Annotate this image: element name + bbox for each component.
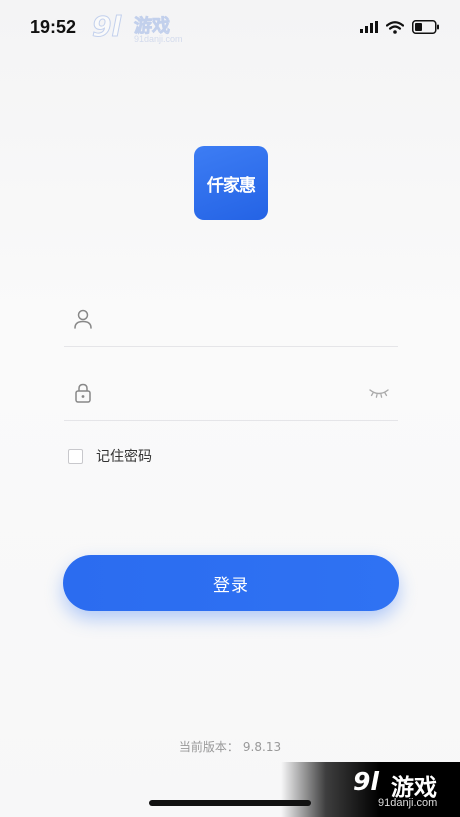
- watermark-corner-logo: 9l: [353, 767, 379, 796]
- login-button[interactable]: 登录: [63, 555, 399, 611]
- username-field: [64, 296, 398, 347]
- password-field: [64, 370, 398, 421]
- home-indicator[interactable]: [149, 800, 311, 806]
- status-icons: [360, 18, 440, 36]
- app-logo-text: 仟家惠: [207, 175, 256, 196]
- login-screen: 19:52 9l 游戏 91danji.com 仟家惠 记住密码 登录 当前版本…: [0, 0, 460, 817]
- version-label: 当前版本：: [178, 740, 239, 754]
- lock-icon: [75, 383, 91, 403]
- username-input[interactable]: [108, 306, 352, 336]
- version-info: 当前版本： 9.8.13: [0, 738, 460, 755]
- wifi-icon: [386, 20, 404, 34]
- watermark-logo: 9l: [91, 10, 122, 44]
- status-bar: 19:52 9l 游戏 91danji.com: [0, 0, 460, 56]
- remember-checkbox[interactable]: [68, 448, 83, 464]
- watermark-domain: 91danji.com: [134, 34, 183, 44]
- status-time: 19:52: [30, 17, 77, 37]
- remember-password[interactable]: 记住密码: [68, 444, 152, 468]
- user-icon: [74, 309, 92, 329]
- version-number: 9.8.13: [242, 740, 282, 754]
- password-input[interactable]: [108, 380, 352, 410]
- watermark-top: 9l 游戏 91danji.com: [91, 10, 192, 50]
- app-logo: 仟家惠: [194, 146, 268, 220]
- signal-icon: [360, 21, 378, 33]
- watermark-corner-domain: 91danji.com: [378, 797, 438, 809]
- eye-closed-icon[interactable]: [368, 384, 390, 400]
- remember-label: 记住密码: [96, 449, 152, 465]
- battery-icon: [412, 20, 439, 34]
- watermark-corner: 9l 游戏 91danji.com: [281, 762, 460, 817]
